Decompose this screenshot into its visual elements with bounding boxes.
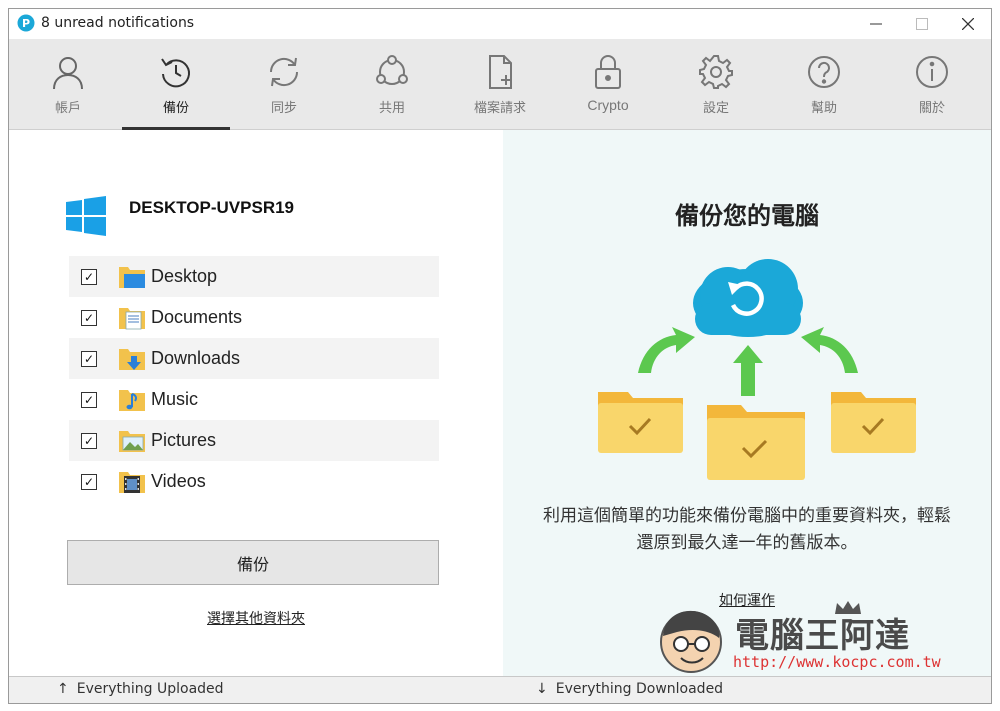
tab-share[interactable]: 共用 [338, 39, 446, 129]
folder-checkbox[interactable]: ✓ [81, 391, 97, 408]
download-status: ↓ Everything Downloaded [536, 681, 723, 697]
tab-label: 同步 [270, 101, 297, 116]
backup-button[interactable]: 備份 [67, 540, 439, 585]
folder-center-icon [707, 405, 805, 480]
sync-icon [269, 57, 299, 87]
folder-row-desktop[interactable]: ✓ Desktop [69, 256, 439, 297]
download-arrow-icon: ↓ [536, 681, 548, 697]
tab-about[interactable]: 關於 [878, 39, 986, 129]
gear-icon [699, 55, 733, 89]
watermark-url: http://www.kocpc.com.tw [733, 653, 941, 671]
music-folder-icon [119, 389, 145, 411]
backup-info-pane: 備份您的電腦 利用這個簡單的功能來備份電腦中的重要資料夾，輕鬆還原到最久達一年的… [503, 130, 991, 679]
title-bar: P 8 unread notifications [9, 9, 991, 39]
backup-description: 利用這個簡單的功能來備份電腦中的重要資料夾，輕鬆還原到最久達一年的舊版本。 [543, 506, 951, 553]
share-icon [376, 55, 408, 85]
lock-icon [595, 55, 621, 89]
download-status-text: Everything Downloaded [555, 681, 724, 697]
downloads-folder-icon [119, 348, 145, 370]
folder-checkbox[interactable]: ✓ [81, 350, 97, 367]
folder-row-music[interactable]: ✓ Music [69, 379, 439, 420]
upload-status-text: Everything Uploaded [76, 681, 224, 697]
tab-sync[interactable]: 同步 [230, 39, 338, 129]
folder-name: Downloads [151, 348, 241, 368]
tab-settings[interactable]: 設定 [662, 39, 770, 129]
watermark: 電腦王阿達 http://www.kocpc.com.tw [653, 600, 953, 678]
info-icon [916, 56, 948, 88]
window-title: 8 unread notifications [41, 15, 195, 31]
computer-name: DESKTOP-UVPSR19 [129, 198, 295, 217]
watermark-mascot-icon [660, 610, 722, 673]
backup-illustration [598, 259, 916, 480]
pcloud-logo-icon: P [17, 14, 35, 32]
main-toolbar: 帳戶 備份 同步 共用 檔案請求 Crypto 設定 幫助 關於 [9, 39, 991, 130]
help-icon [808, 56, 840, 88]
folder-row-downloads[interactable]: ✓ Downloads [69, 338, 439, 379]
file-request-icon [489, 55, 512, 89]
folder-row-pictures[interactable]: ✓ Pictures [69, 420, 439, 461]
choose-other-folders-link[interactable]: 選擇其他資料夾 [9, 608, 503, 628]
svg-text:P: P [22, 17, 30, 30]
desktop-folder-icon [119, 266, 145, 288]
backup-icon [161, 58, 190, 88]
folder-name: Documents [151, 307, 243, 327]
watermark-text: 電腦王阿達 [735, 616, 910, 656]
status-bar: ↑ Everything Uploaded ↓ Everything Downl… [9, 676, 991, 703]
minimize-icon [870, 23, 882, 25]
maximize-icon [916, 18, 928, 30]
folder-row-documents[interactable]: ✓ Documents [69, 297, 439, 338]
tab-help[interactable]: 幫助 [770, 39, 878, 129]
tab-label: 幫助 [810, 101, 837, 116]
documents-folder-icon [119, 307, 145, 329]
folder-name: Videos [151, 471, 206, 491]
tab-file-request[interactable]: 檔案請求 [446, 39, 554, 129]
close-button[interactable] [945, 9, 991, 39]
tab-label: 檔案請求 [473, 101, 526, 116]
folder-name: Music [151, 389, 199, 409]
folder-checkbox[interactable]: ✓ [81, 473, 97, 490]
tab-account[interactable]: 帳戶 [14, 39, 122, 129]
user-icon [53, 57, 83, 90]
folder-right-icon [831, 392, 916, 453]
windows-logo-icon [66, 196, 106, 236]
folder-list: ✓ Desktop ✓ Documents ✓ Downloads ✓ Musi… [69, 256, 439, 502]
upload-arrow-icon: ↑ [57, 681, 69, 697]
tab-crypto[interactable]: Crypto [554, 39, 662, 129]
tab-label: 共用 [378, 101, 405, 116]
tab-label: 關於 [918, 101, 945, 116]
cloud-sync-icon [693, 259, 803, 337]
folder-checkbox[interactable]: ✓ [81, 309, 97, 326]
tab-label: 備份 [162, 101, 189, 116]
tab-backup[interactable]: 備份 [122, 39, 230, 130]
folder-name: Pictures [151, 430, 217, 450]
close-icon [962, 18, 974, 30]
folder-checkbox[interactable]: ✓ [81, 268, 97, 285]
minimize-button[interactable] [853, 9, 899, 39]
videos-folder-icon [119, 471, 145, 493]
backup-pc-title: 備份您的電腦 [675, 202, 819, 230]
upload-arrows-icon [638, 327, 858, 396]
maximize-button[interactable] [899, 9, 945, 39]
backup-folders-pane: DESKTOP-UVPSR19 ✓ Desktop ✓ Documents ✓ … [9, 130, 503, 679]
folder-left-icon [598, 392, 683, 453]
folder-checkbox[interactable]: ✓ [81, 432, 97, 449]
app-window: P 8 unread notifications 帳戶 備份 同步 共用 檔案請… [8, 8, 992, 704]
tab-label: 帳戶 [54, 101, 81, 116]
tab-label: Crypto [587, 97, 629, 113]
folder-row-videos[interactable]: ✓ Videos [69, 461, 439, 502]
tab-label: 設定 [702, 101, 729, 116]
pictures-folder-icon [119, 430, 145, 452]
folder-name: Desktop [151, 266, 218, 286]
upload-status: ↑ Everything Uploaded [57, 681, 224, 697]
